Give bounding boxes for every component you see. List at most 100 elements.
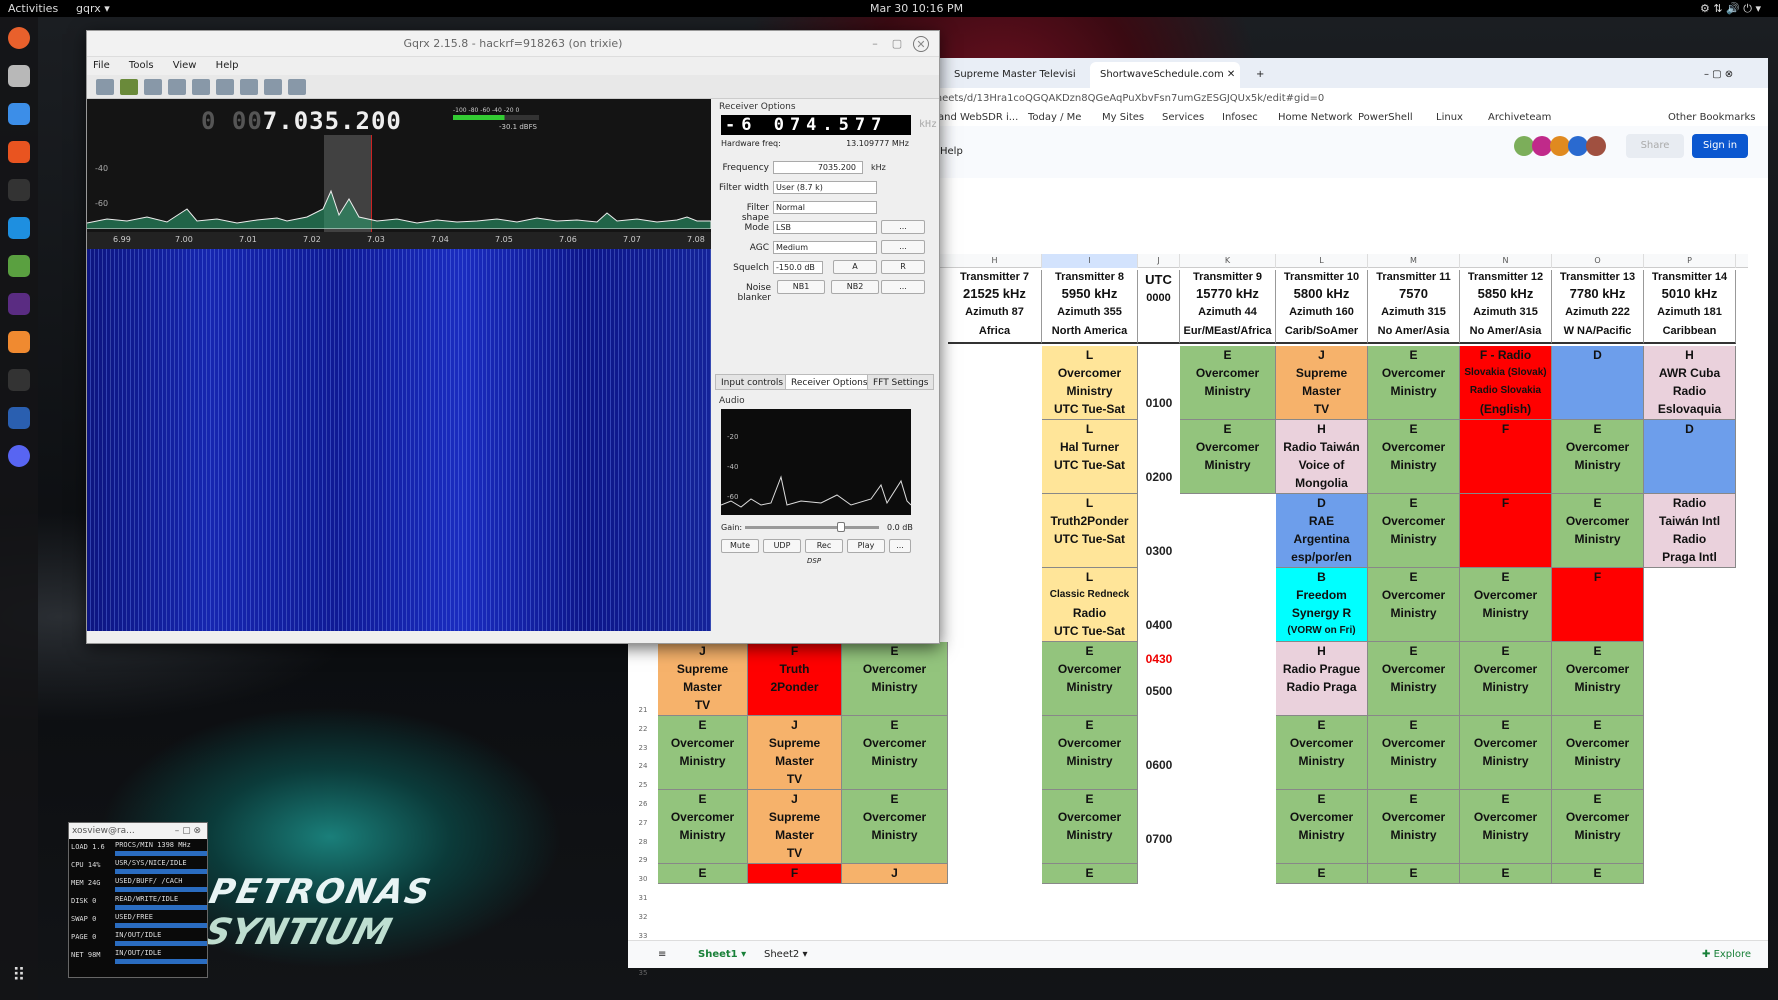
schedule-cell[interactable]: E Overcomer Ministry xyxy=(1042,790,1138,864)
schedule-cell[interactable]: E Overcomer Ministry xyxy=(1552,790,1644,864)
row-number[interactable]: 28 xyxy=(628,838,658,846)
writer-icon[interactable] xyxy=(8,103,30,125)
filter-shape-select[interactable]: Normal xyxy=(773,201,877,214)
play-icon[interactable] xyxy=(96,79,114,95)
schedule-cell[interactable]: E Overcomer Ministry xyxy=(1180,346,1276,420)
waterfall[interactable] xyxy=(87,249,711,631)
transmitter-header[interactable]: UTC 0000 xyxy=(1138,270,1180,344)
schedule-cell[interactable]: D RAE Argentina esp/por/en xyxy=(1276,494,1368,568)
agc-select[interactable]: Medium xyxy=(773,241,877,254)
gqrx-icon[interactable] xyxy=(8,369,30,391)
utc-time[interactable]: 0400 xyxy=(1138,618,1180,632)
terminal-icon[interactable] xyxy=(8,179,30,201)
schedule-cell[interactable]: E Overcomer Ministry xyxy=(1552,494,1644,568)
play-button[interactable]: Play xyxy=(847,539,885,553)
schedule-cell[interactable]: F xyxy=(1552,568,1644,642)
schedule-cell[interactable]: E Overcomer Ministry xyxy=(1460,716,1552,790)
schedule-cell[interactable]: H AWR Cuba Radio Eslovaquia xyxy=(1644,346,1736,420)
receiver-offset-display[interactable]: -6 074.577 kHz xyxy=(721,115,937,135)
all-sheets-icon[interactable]: ≡ xyxy=(658,949,666,960)
transmitter-header[interactable]: Transmitter 9 15770 kHz Azimuth 44 Eur/MEas… xyxy=(1180,270,1276,344)
schedule-cell[interactable]: E xyxy=(1042,864,1138,884)
mode-select[interactable]: LSB xyxy=(773,221,877,234)
schedule-cell[interactable]: E Overcomer Ministry xyxy=(1368,346,1460,420)
row-number[interactable]: 27 xyxy=(628,819,658,827)
utc-time[interactable]: 0600 xyxy=(1138,758,1180,772)
schedule-cell[interactable]: E xyxy=(658,864,748,884)
utc-time[interactable]: 0100 xyxy=(1138,396,1180,410)
schedule-cell[interactable]: D xyxy=(1552,346,1644,420)
schedule-cell[interactable]: L Classic Redneck Radio UTC Tue-Sat xyxy=(1042,568,1138,642)
move-icon[interactable] xyxy=(288,79,306,95)
schedule-cell[interactable]: F - Radio Slovakia (Slovak) Radio Slovakia… xyxy=(1460,346,1552,420)
transmitter-header[interactable]: Transmitter 14 5010 kHz Azimuth 181 Caribbe… xyxy=(1644,270,1736,344)
activities-button[interactable]: Activities xyxy=(8,2,58,15)
schedule-cell[interactable]: E xyxy=(1368,864,1460,884)
nb2-button[interactable]: NB2 xyxy=(831,280,879,294)
schedule-cell[interactable]: E Overcomer Ministry xyxy=(1460,790,1552,864)
menu-file[interactable]: File xyxy=(93,60,110,71)
schedule-cell[interactable]: E Overcomer Ministry xyxy=(1552,716,1644,790)
schedule-cell[interactable]: E Overcomer Ministry xyxy=(1460,642,1552,716)
menu-tools[interactable]: Tools xyxy=(129,60,154,71)
rec-button[interactable]: Rec xyxy=(805,539,843,553)
sheet-tab-2[interactable]: Sheet2 ▾ xyxy=(764,949,807,960)
transmitter-header[interactable]: Transmitter 13 7780 kHz Azimuth 222 W NA/Pa… xyxy=(1552,270,1644,344)
schedule-cell[interactable]: E Overcomer Ministry xyxy=(842,716,948,790)
schedule-cell[interactable]: E Overcomer Ministry xyxy=(1552,642,1644,716)
schedule-cell[interactable]: F Truth 2Ponder xyxy=(748,642,842,716)
app-menu[interactable]: gqrx ▾ xyxy=(76,2,110,15)
schedule-cell[interactable]: E Overcomer Ministry xyxy=(1276,716,1368,790)
schedule-cell[interactable]: E Overcomer Ministry xyxy=(1552,420,1644,494)
row-number[interactable]: 32 xyxy=(628,913,658,921)
schedule-cell[interactable]: E xyxy=(1552,864,1644,884)
bookmark-icon[interactable] xyxy=(192,79,210,95)
menu-view[interactable]: View xyxy=(173,60,197,71)
files-icon[interactable] xyxy=(8,65,30,87)
row-number[interactable]: 35 xyxy=(628,969,658,977)
agc-options-button[interactable]: ... xyxy=(881,240,925,254)
schedule-cell[interactable]: E Overcomer Ministry xyxy=(1368,642,1460,716)
tab-input-controls[interactable]: Input controls xyxy=(715,374,790,390)
schedule-cell[interactable]: E Overcomer Ministry xyxy=(1460,568,1552,642)
schedule-cell[interactable]: J Supreme Master TV xyxy=(658,642,748,716)
schedule-cell[interactable]: L Truth2Ponder UTC Tue-Sat xyxy=(1042,494,1138,568)
utc-time[interactable]: 0700 xyxy=(1138,832,1180,846)
software-center-icon[interactable] xyxy=(8,141,30,163)
schedule-cell[interactable]: J Supreme Master TV xyxy=(1276,346,1368,420)
fft-plot[interactable]: 0 007.035.200 -100 -80 -60 -40 -20 0 -30… xyxy=(87,99,711,249)
utc-time[interactable]: 0200 xyxy=(1138,470,1180,484)
schedule-cell[interactable]: J xyxy=(842,864,948,884)
minimize-icon[interactable]: – xyxy=(867,36,883,52)
schedule-cell[interactable]: H Radio Taiwán Voice of Mongolia xyxy=(1276,420,1368,494)
schedule-cell[interactable]: E Overcomer Ministry xyxy=(842,790,948,864)
schedule-cell[interactable]: E Overcomer Ministry xyxy=(1368,494,1460,568)
schedule-cell[interactable]: E Overcomer Ministry xyxy=(842,642,948,716)
schedule-cell[interactable]: H Radio Prague Radio Praga xyxy=(1276,642,1368,716)
save-icon[interactable] xyxy=(168,79,186,95)
row-number[interactable]: 25 xyxy=(628,781,658,789)
discord-icon[interactable] xyxy=(8,445,30,467)
row-number[interactable]: 24 xyxy=(628,762,658,770)
nb-options-button[interactable]: ... xyxy=(881,280,925,294)
app-icon-2[interactable] xyxy=(8,331,30,353)
schedule-cell[interactable]: B Freedom Synergy R (VORW on Fri) xyxy=(1276,568,1368,642)
calc-icon[interactable] xyxy=(8,255,30,277)
row-number[interactable]: 22 xyxy=(628,725,658,733)
schedule-cell[interactable]: E Overcomer Ministry xyxy=(1368,716,1460,790)
show-apps-icon[interactable]: ⠿ xyxy=(8,965,30,987)
schedule-cell[interactable]: E Overcomer Ministry xyxy=(1042,642,1138,716)
schedule-cell[interactable]: F xyxy=(1460,420,1552,494)
schedule-cell[interactable]: E Overcomer Ministry xyxy=(1368,790,1460,864)
row-number[interactable]: 31 xyxy=(628,894,658,902)
frequency-display[interactable]: 0 007.035.200 xyxy=(201,107,402,135)
firefox-icon[interactable] xyxy=(8,27,30,49)
transmitter-header[interactable]: Transmitter 7 21525 kHz Azimuth 87 Africa xyxy=(948,270,1042,344)
squelch-reset-button[interactable]: R xyxy=(881,260,925,274)
schedule-cell[interactable]: J Supreme Master TV xyxy=(748,790,842,864)
schedule-cell[interactable]: D xyxy=(1644,420,1736,494)
schedule-cell[interactable]: Radio Taiwán Intl Radio Praga Intl xyxy=(1644,494,1736,568)
frequency-field[interactable]: 7035.200 xyxy=(773,161,863,174)
sheet-tab-1[interactable]: Sheet1 ▾ xyxy=(698,949,746,960)
device-icon[interactable] xyxy=(120,79,138,95)
